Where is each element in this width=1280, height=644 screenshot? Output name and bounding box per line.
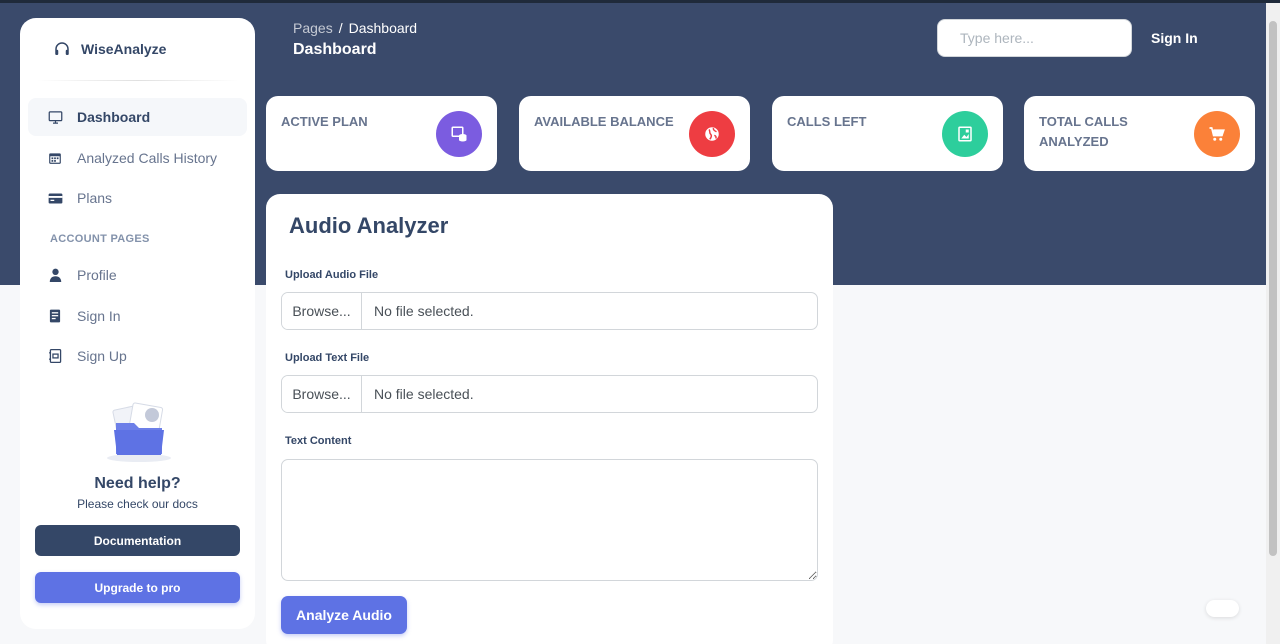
breadcrumb-current: Dashboard <box>348 20 418 36</box>
credit-card-icon <box>47 190 63 206</box>
stat-label: ACTIVE PLAN <box>281 114 368 129</box>
image-icon <box>942 111 988 157</box>
breadcrumb: Pages / Dashboard <box>293 20 417 36</box>
sidebar-item-label: Dashboard <box>77 109 151 125</box>
breadcrumb-separator: / <box>338 20 343 36</box>
help-title: Need help? <box>94 475 181 492</box>
cart-icon <box>1194 111 1240 157</box>
user-icon <box>47 267 63 283</box>
sidebar-item-label: Sign In <box>77 308 121 324</box>
stat-card-calls-left: CALLS LEFT <box>772 96 1003 171</box>
sidebar-item-label: Analyzed Calls History <box>77 150 218 166</box>
audio-file-input[interactable]: Browse... No file selected. <box>281 292 818 330</box>
sidebar-item-label: Profile <box>77 267 117 283</box>
sidebar-item-analyzed-calls-history[interactable]: Analyzed Calls History <box>28 139 247 177</box>
stat-card-active-plan: ACTIVE PLAN <box>266 96 497 171</box>
stat-label: AVAILABLE BALANCE <box>534 114 674 129</box>
stat-card-available-balance: AVAILABLE BALANCE <box>519 96 750 171</box>
page-title: Dashboard <box>293 41 377 58</box>
document-icon <box>47 308 63 324</box>
text-content-textarea[interactable] <box>281 459 818 581</box>
sidebar-item-sign-up[interactable]: Sign Up <box>28 337 247 375</box>
sidebar: WiseAnalyze Dashboard Analyzed Calls His… <box>20 18 255 629</box>
sidebar-divider <box>36 80 239 81</box>
upload-text-label: Upload Text File <box>285 352 370 364</box>
audio-analyzer-panel: Audio Analyzer Upload Audio File Browse.… <box>266 194 833 644</box>
sidebar-item-profile[interactable]: Profile <box>28 256 247 294</box>
database-icon <box>436 111 482 157</box>
search-input[interactable] <box>937 19 1132 57</box>
globe-icon <box>689 111 735 157</box>
sidebar-item-plans[interactable]: Plans <box>28 179 247 217</box>
scrollbar-track[interactable] <box>1266 3 1280 644</box>
upgrade-to-pro-button[interactable]: Upgrade to pro <box>35 572 240 603</box>
signup-icon <box>47 348 63 364</box>
analyze-audio-button[interactable]: Analyze Audio <box>281 596 407 634</box>
floating-widget-button[interactable] <box>1206 600 1239 617</box>
panel-title: Audio Analyzer <box>289 213 449 238</box>
stat-label: TOTAL CALLS ANALYZED <box>1039 114 1128 149</box>
audio-file-name: No file selected. <box>374 303 474 319</box>
sidebar-item-sign-in[interactable]: Sign In <box>28 297 247 335</box>
sidebar-item-dashboard[interactable]: Dashboard <box>28 98 247 136</box>
breadcrumb-pages-link[interactable]: Pages <box>293 20 333 36</box>
sign-in-link[interactable]: Sign In <box>1151 30 1198 46</box>
stat-card-total-calls-analyzed: TOTAL CALLS ANALYZED <box>1024 96 1255 171</box>
text-file-input[interactable]: Browse... No file selected. <box>281 375 818 413</box>
text-browse-button[interactable]: Browse... <box>282 376 362 412</box>
scrollbar-thumb[interactable] <box>1269 21 1277 556</box>
upload-audio-label: Upload Audio File <box>285 269 379 281</box>
sidebar-item-label: Plans <box>77 190 113 206</box>
audio-browse-button[interactable]: Browse... <box>282 293 362 329</box>
stat-label: CALLS LEFT <box>787 114 867 129</box>
documentation-button[interactable]: Documentation <box>35 525 240 556</box>
headset-icon <box>55 42 69 55</box>
sidebar-item-label: Sign Up <box>77 348 127 364</box>
section-title-account-pages: ACCOUNT PAGES <box>50 233 150 245</box>
brand-name: WiseAnalyze <box>81 41 167 57</box>
text-content-label: Text Content <box>285 435 352 447</box>
folder-illustration-icon <box>107 402 171 462</box>
calendar-icon <box>47 150 63 166</box>
help-subtitle: Please check our docs <box>77 497 198 511</box>
text-file-name: No file selected. <box>374 386 474 402</box>
brand[interactable]: WiseAnalyze <box>53 40 166 58</box>
monitor-icon <box>47 109 63 125</box>
